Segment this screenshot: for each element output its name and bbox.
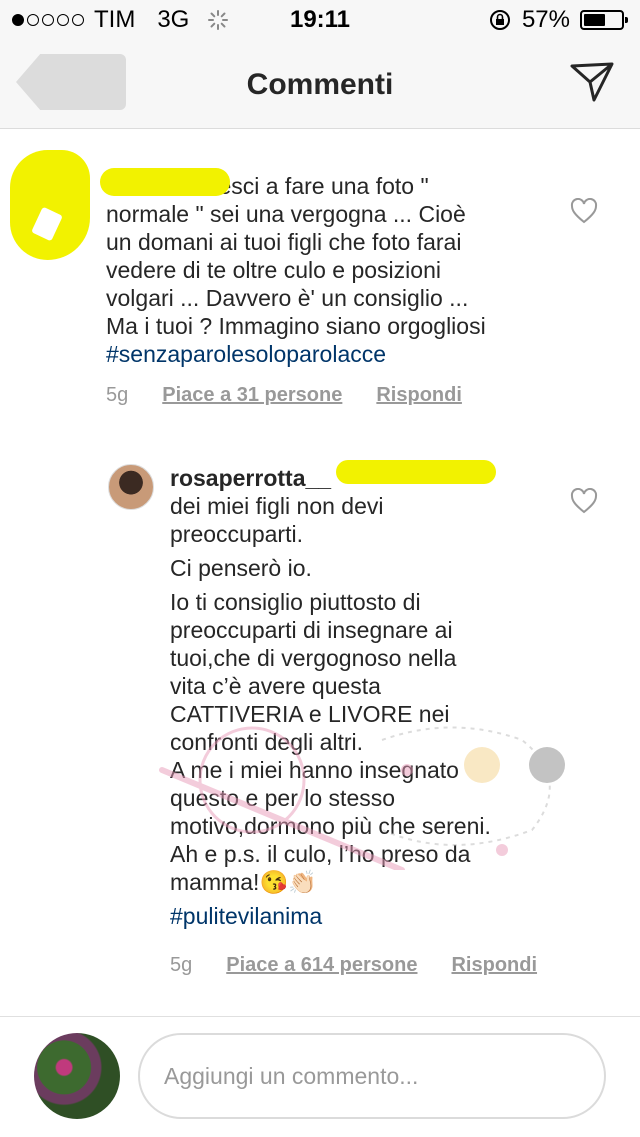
comment-age: 5g (170, 954, 193, 976)
watermark-overlay (159, 726, 565, 870)
redaction-scribble (336, 460, 496, 484)
comment-age: 5g (106, 384, 129, 406)
comment-hashtag[interactable]: #pulitevilanima (170, 903, 322, 929)
comment-line: Io ti consiglio piuttosto di (170, 589, 421, 615)
likes-link[interactable]: Piace a 31 persone (162, 384, 342, 407)
comment-line: dei miei figli non devi (170, 493, 384, 519)
page-title: Commenti (246, 68, 394, 101)
comment-line: preoccuparti di insegnare ai (170, 617, 453, 643)
comment-line: tuoi,che di vergognoso nella (170, 645, 457, 671)
status-right: 57% (488, 6, 628, 34)
comment-meta: 5g Piace a 614 persone Rispondi (170, 954, 537, 977)
comment-meta: 5g Piace a 31 persone Rispondi (106, 384, 462, 407)
reply-link[interactable]: Rispondi (451, 954, 537, 977)
comment-line: preoccuparti. (170, 521, 303, 547)
comment-input-bar: Aggiungi un commento... (0, 1016, 640, 1137)
comment-line: vedere di te oltre culo e posizioni (106, 257, 441, 283)
comment-body: lulu Dico riesci a fare una foto " norma… (106, 172, 556, 368)
avatar[interactable] (108, 464, 154, 510)
battery-percent: 57% (521, 6, 570, 33)
status-bar: TIM 3G 19:11 57% (0, 0, 640, 40)
comment-item: lulu Dico riesci a fare una foto " norma… (106, 172, 556, 368)
comment-line: un domani ai tuoi figli che foto farai (106, 229, 462, 255)
reply-link[interactable]: Rispondi (376, 384, 462, 407)
redaction-scribble (100, 168, 230, 196)
avatar[interactable] (34, 1033, 120, 1119)
nav-bar: Commenti (0, 40, 640, 129)
comment-input-placeholder: Aggiungi un commento... (164, 1062, 419, 1089)
comment-input[interactable]: Aggiungi un commento... (138, 1033, 606, 1119)
comment-line: mamma!😘👏🏻 (170, 869, 317, 895)
rotation-lock-icon (489, 10, 510, 30)
comment-line: Ci penserò io. (170, 555, 312, 581)
comment-username[interactable]: rosaperrotta__ (170, 465, 331, 491)
likes-link[interactable]: Piace a 614 persone (226, 954, 417, 977)
comment-hashtag[interactable]: #senzaparolesoloparolacce (106, 341, 386, 367)
heart-outline-icon[interactable] (570, 488, 598, 514)
battery-icon (580, 10, 628, 30)
comment-line: vita c’è avere questa (170, 673, 381, 699)
comment-line: volgari ... Davvero è' un consiglio ... (106, 285, 469, 311)
paper-plane-icon[interactable] (568, 58, 616, 106)
heart-outline-icon[interactable] (570, 198, 598, 224)
battery-fill (584, 14, 605, 26)
redacted-avatar (10, 150, 90, 260)
comment-line: Ma i tuoi ? Immagino siano orgogliosi (106, 313, 486, 339)
comment-line: normale " sei una vergogna ... Cioè (106, 201, 466, 227)
